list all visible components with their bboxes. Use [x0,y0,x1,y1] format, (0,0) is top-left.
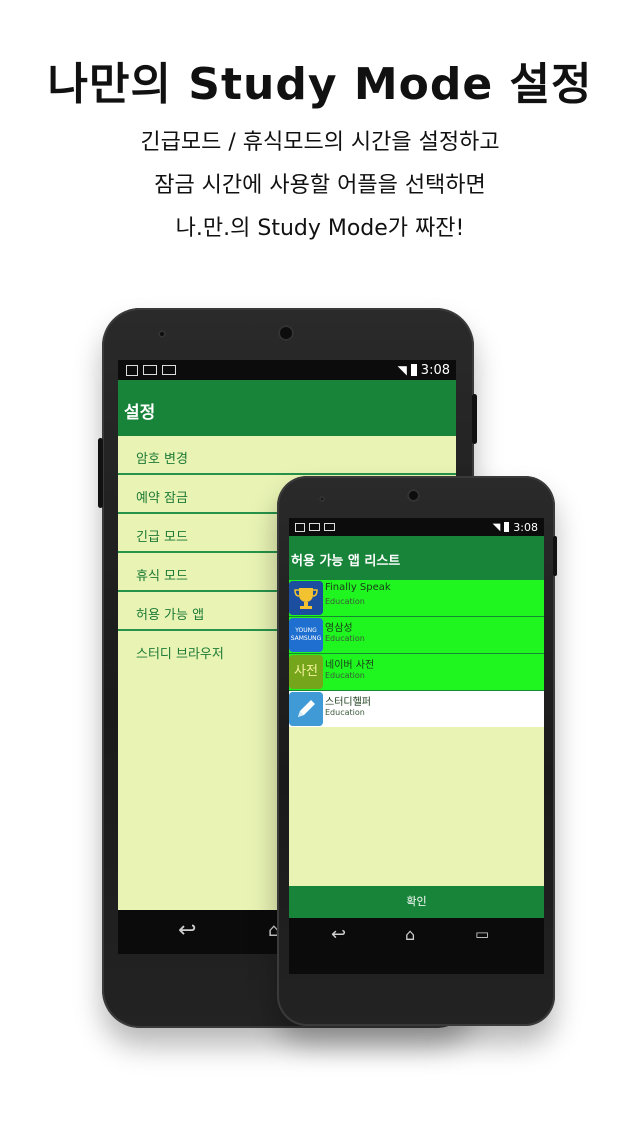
battery-icon [504,522,510,532]
volume-button [98,438,103,508]
young-samsung-icon: YOUNG SAMSUNG [289,618,323,652]
app-category: Education [325,708,365,717]
earpiece-speaker [278,325,294,341]
confirm-button[interactable]: 확인 [289,886,544,918]
subtitle-line-3: 나.만.의 Study Mode가 짜잔! [175,216,465,241]
calendar-notification-icon [295,522,305,532]
status-bar: ◥ 3:08 [289,518,544,536]
menu-item-change-password[interactable]: 암호 변경 [118,436,456,475]
app-name: 스터디헬퍼 [325,697,371,708]
battery-icon [410,364,417,376]
icon-label: YOUNG SAMSUNG [290,627,322,642]
app-category: Education [325,634,365,643]
status-time: 3:08 [420,362,450,378]
menu-item-label: 예약 잠금 [136,491,188,506]
app-row-finally-speak[interactable]: Finally Speak Education [289,580,544,617]
app-name: 네이버 사전 [325,660,375,671]
status-bar: ◥ 3:08 [118,360,456,380]
app-name: 영삼성 [325,623,353,634]
power-button [553,536,557,576]
headline: 나만의 Study Mode 설정 [47,59,593,110]
mail-notification-icon [309,523,320,531]
subtitle-line-2: 잠금 시간에 사용할 어플을 선택하면 [154,173,486,198]
home-nav-icon[interactable]: ⌂ [405,925,415,944]
app-row-naver-dictionary[interactable]: 사전 네이버 사전 Education [289,654,544,691]
app-row-study-helper[interactable]: 스터디헬퍼 Education [289,691,544,727]
front-phone: ◥ 3:08 허용 가능 앱 리스트 Finally Speak Educati… [277,476,557,1026]
page-title: 허용 가능 앱 리스트 [291,554,401,569]
app-row-young-samsung[interactable]: YOUNG SAMSUNG 영삼성 Education [289,617,544,654]
app-category: Education [325,671,365,680]
calendar-notification-icon [126,364,138,376]
page-title: 설정 [124,403,156,423]
mail-notification-icon [143,365,157,375]
wifi-icon: ◥ [397,363,407,377]
earpiece-speaker [407,489,420,502]
menu-item-label: 휴식 모드 [136,569,188,584]
app-category: Education [325,597,365,606]
subtitle-line-1: 긴급모드 / 휴식모드의 시간을 설정하고 [140,130,500,155]
front-camera [158,330,166,338]
navigation-bar: ↩ ⌂ ▭ [289,918,544,954]
menu-item-label: 긴급 모드 [136,530,188,545]
menu-item-label: 허용 가능 앱 [136,608,205,623]
mail-notification-icon [162,365,176,375]
power-button [472,394,477,444]
front-screen: ◥ 3:08 허용 가능 앱 리스트 Finally Speak Educati… [289,518,544,974]
naver-dictionary-icon: 사전 [289,655,323,689]
front-camera [319,496,325,502]
wifi-icon: ◥ [492,521,501,533]
status-time: 3:08 [513,520,538,534]
mail-notification-icon [324,523,335,531]
menu-item-label: 암호 변경 [136,452,188,467]
icon-label: 사전 [294,664,318,679]
app-list-title-bar: 허용 가능 앱 리스트 [289,536,544,580]
back-nav-icon[interactable]: ↩ [331,924,346,945]
bottom-bezel-strip [289,954,544,974]
pencil-icon [289,692,323,726]
menu-item-label: 스터디 브라우저 [136,647,224,662]
confirm-label: 확인 [406,895,427,908]
app-name: Finally Speak [325,582,391,593]
trophy-icon [289,581,323,615]
settings-title-bar: 설정 [118,380,456,436]
back-nav-icon[interactable]: ↩ [178,918,196,943]
recent-apps-nav-icon[interactable]: ▭ [475,925,489,943]
